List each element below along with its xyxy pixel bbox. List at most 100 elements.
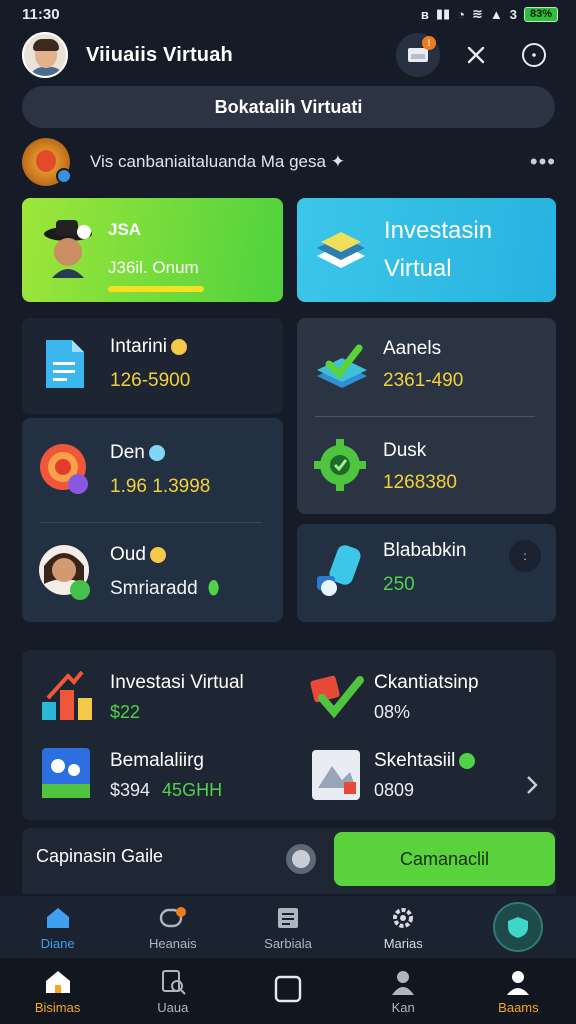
list-item-investasi-label[interactable]: Investasi Virtual [110,672,244,694]
promo-row[interactable]: Vis canbaniaitaluanda Ma gesa ✦ ••• [22,138,556,186]
progress-bar [108,286,204,292]
chevron-right-icon[interactable] [524,774,540,796]
tile-oud-value: Smriaradd ⬮ [110,578,220,599]
investasi-card-title: Investasin Virtual [384,212,492,288]
list-item-skehtasiil-value: 0809 [374,780,415,800]
tile-oud-label[interactable]: Oud [110,544,166,566]
divider [315,416,535,417]
nav-kan[interactable]: Kan [346,958,461,1024]
close-button[interactable] [454,33,498,77]
tile-intarini-value: 126-5900 [110,370,191,391]
banner-button[interactable]: Bokatalih Virtuati [22,86,555,128]
notifications-button[interactable]: ! [396,33,440,77]
tab-bar: Diane Heanais Sarbiala Marias [0,896,576,958]
tab-shield[interactable] [461,896,576,958]
list-item-ckantiatsinp-label[interactable]: Ckantiatsinp [374,672,479,694]
shield-icon [493,902,544,952]
nav-uaua-label: Uaua [157,999,189,1015]
tile-dusk-label[interactable]: Dusk [383,440,426,462]
green-card-value: J36il. Onum [108,258,199,277]
status-time: 11:30 [22,5,60,23]
left-tile-panel[interactable]: Intarini 126-5900 [22,318,283,414]
status-bar: 11:30 ʙ ▮▮ ◔ ≋ ▲ 3 83% [0,0,576,28]
nav-bisimas[interactable]: Bisimas [0,958,115,1024]
divider [40,522,262,523]
profile-avatar[interactable] [22,32,68,78]
leaf-icon: ⬮ [207,578,220,599]
tab-home-label: Diane [40,935,75,951]
sim-icon: 3 [509,6,517,22]
signal-icon: ▮▮ [435,6,451,21]
document-icon [46,340,84,388]
person-avatar-icon [39,545,90,600]
right-upper-panel: Aanels 2361-490 Dusk 1268380 [297,318,556,514]
tab-heanais-label: Heanais [148,935,197,951]
battery-icon: 83% [524,6,558,22]
green-card-label: JSA [108,220,142,239]
tab-sarbiala[interactable]: Sarbiala [230,896,345,958]
tile-intarini-label: Intarini [110,336,188,358]
tile-den-label[interactable]: Den [110,442,165,464]
system-nav-bar: Bisimas Uaua Kan Baams [0,958,576,1024]
investasi-title-line2: Virtual [384,255,452,282]
house-icon [45,970,70,993]
nav-baams-label: Baams [498,999,539,1015]
left-lower-panel: Den 1.96 1.3998 Oud Smriaradd ⬮ [22,418,283,622]
tile-dusk-value: 1268380 [383,472,457,493]
action-label: Capinasin Gaile [36,846,164,866]
search-doc-icon [161,969,186,995]
investment-list-panel: Investasi Virtual $22 Ckantiatsinp 08% B… [22,650,556,820]
tab-home[interactable]: Diane [0,896,115,958]
badge-icon [459,752,476,769]
person-icon [392,970,415,995]
notification-badge: ! [422,36,436,50]
list-item-investasi-value: $22 [110,702,141,722]
list-doc-icon [278,907,298,928]
target-icon [40,444,88,494]
nav-kan-label: Kan [391,999,415,1015]
nav-square[interactable] [230,958,345,1024]
square-icon [274,975,302,1003]
more-button[interactable] [512,33,556,77]
more-options-icon[interactable]: ••• [530,149,556,175]
toggle-ring-icon[interactable] [286,844,316,874]
smile-icon [171,338,188,355]
cta-button[interactable]: Camanaclil [334,832,555,886]
tab-heanais[interactable]: Heanais [115,896,230,958]
promo-text: Vis canbaniaitaluanda Ma gesa ✦ [90,152,345,171]
page-title: Viiuaiis Virtuah [86,43,233,66]
investasi-card[interactable]: Investasin Virtual [297,198,556,302]
top-bar: Viiuaiis Virtuah ! [22,30,556,80]
photo-collage-icon [312,750,360,800]
action-row: Capinasin Gaile Camanaclil [22,828,556,894]
list-item-bemalaliirg-label[interactable]: Bemalaliirg [110,750,204,772]
chat-badge-icon [159,906,186,927]
status-icons: ʙ ▮▮ ◔ ≋ ▲ 3 83% [421,6,558,22]
wifi-icon: ≋ [471,6,483,21]
tab-marias-label: Marias [383,935,423,951]
investasi-title-line1: Investasin [384,217,493,244]
tile-aanels-label[interactable]: Aanels [383,338,441,360]
promo-badge-icon [22,138,72,186]
bluetooth-icon: ʙ [420,6,429,22]
tile-blababkin-label: Blababkin [383,540,467,561]
gear-icon [314,439,366,491]
nav-baams[interactable]: Baams [461,958,576,1024]
list-item-skehtasiil-label[interactable]: Skehtasiil [374,750,476,772]
green-summary-card[interactable]: JSA J36il. Onum [22,198,283,302]
profile-icon [507,970,530,995]
smile-icon-2 [149,546,166,563]
list-item-ckantiatsinp-value: 08% [374,702,411,722]
close-icon [467,46,485,64]
people-card-icon [42,748,90,798]
tab-marias[interactable]: Marias [346,896,461,958]
right-lower-panel[interactable]: Blababkin 250 : [297,524,556,622]
layers-icon [317,232,365,268]
list-item-bemalaliirg-value: $394 45GHH [110,780,223,800]
gear-settings-icon [393,907,414,928]
alarm-icon: ◔ [457,6,465,22]
nav-uaua[interactable]: Uaua [115,958,230,1024]
circle-more-icon [522,43,546,67]
tab-sarbiala-label: Sarbiala [264,935,312,951]
more-options-button[interactable]: : [509,540,541,572]
